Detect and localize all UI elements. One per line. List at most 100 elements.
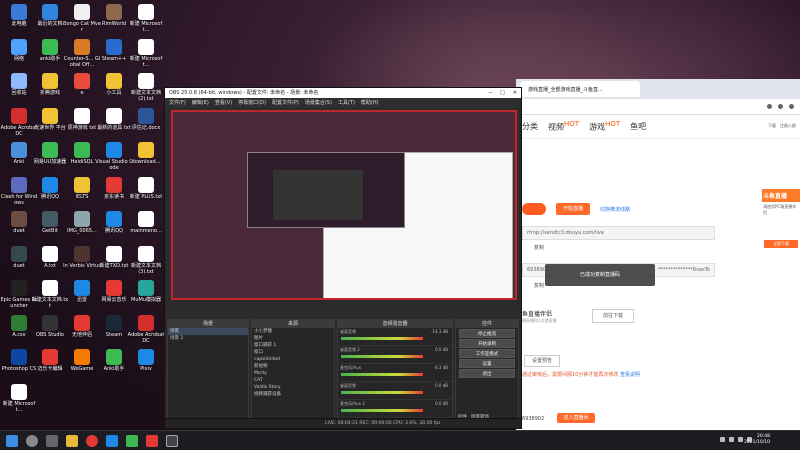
menu-view[interactable]: 查看(V) (215, 98, 232, 108)
maximize-icon[interactable]: □ (500, 88, 505, 98)
scene-item[interactable]: 场景 (168, 328, 248, 335)
desktop-icon-label: 新建 Microsoft... (129, 21, 163, 33)
desktop-icon[interactable]: 新建 Microsoft... (127, 4, 165, 33)
clock[interactable]: 20:48 2021/10/10 (744, 434, 770, 446)
live-toggle[interactable] (522, 203, 546, 215)
menu-profile[interactable]: 配置文件(P) (272, 98, 299, 108)
desktop-icon[interactable]: Adobe Acrobat DC (127, 314, 165, 344)
room-number: 6938902 (522, 416, 545, 422)
source-item[interactable]: 新视频 (252, 363, 334, 370)
source-item[interactable]: 窗口 (252, 349, 334, 356)
menu-scene-collection[interactable]: 场景集合(S) (305, 98, 332, 108)
close-icon[interactable]: ✕ (513, 88, 517, 98)
review-notice: 通过审核后，需要间隔10分钟才能再次修改 查看说明 (522, 372, 640, 378)
desktop-icon[interactable]: 新建 Microsoft... (0, 383, 38, 413)
source-item[interactable]: CAT (252, 377, 334, 384)
channel-name: 桌面音频 (340, 329, 356, 334)
scene-item[interactable]: 场景 2 (168, 335, 248, 342)
app-icon[interactable] (146, 435, 158, 447)
desktop-icon[interactable]: Pixiv (127, 349, 165, 372)
obs-menubar: 文件(F) 编辑(E) 查看(V) 停靠窗口(D) 配置文件(P) 场景集合(S… (165, 98, 521, 108)
network-icon[interactable] (720, 437, 725, 442)
menu-edit[interactable]: 编辑(E) (192, 98, 209, 108)
app-icon (42, 176, 58, 193)
download-link[interactable]: 下载 (768, 123, 776, 129)
app-icon (106, 73, 122, 89)
source-item[interactable]: 窗口捕获 1 (252, 342, 334, 349)
volume-icon[interactable] (729, 437, 734, 442)
profile-icon[interactable] (778, 104, 783, 109)
copy-rtmp-button[interactable]: 复制 (534, 244, 544, 251)
volume-meter[interactable] (341, 337, 423, 340)
nav-video[interactable]: 视频HOT (548, 120, 579, 133)
nav-category[interactable]: 分类 (522, 121, 538, 132)
notice-link[interactable]: 查看说明 (620, 372, 640, 378)
volume-meter[interactable] (341, 391, 423, 394)
studio-mode-button[interactable]: 工作室模式 (459, 349, 515, 358)
set-preview-button[interactable]: 设置预告 (524, 355, 560, 367)
volume-meter[interactable] (341, 409, 423, 412)
source-item[interactable]: Valdis Story (252, 384, 334, 391)
nav-game[interactable]: 游戏HOT (589, 120, 620, 133)
app-icon (74, 107, 90, 124)
desktop-icon[interactable]: mainmeno... (127, 211, 165, 234)
desktop-icon[interactable]: 评估记.docx (127, 107, 165, 131)
enter-room-button[interactable]: 进入直播间 (557, 413, 595, 423)
rtmp-field[interactable]: rtmp://sendtc3.douyu.com/live (522, 226, 715, 240)
nav-fishbar[interactable]: 鱼吧 (630, 121, 646, 132)
menu-file[interactable]: 文件(F) (169, 98, 186, 108)
browser-tab[interactable]: 游戏直播_全部游戏直播_斗鱼直... (520, 81, 640, 97)
menu-tools[interactable]: 工具(T) (338, 98, 355, 108)
desktop-icon[interactable]: 新建 PLUS.txt (127, 176, 165, 200)
start-recording-button[interactable]: 开始录制 (459, 339, 515, 348)
obs-window: OBS 25.0.8 (64-bit, windows) - 配置文件: 未命名… (164, 87, 522, 429)
source-item[interactable]: capslimited (252, 356, 334, 363)
desktop-icon[interactable]: MuMu模拟器 (127, 280, 165, 303)
app-icon (74, 4, 90, 20)
volume-meter[interactable] (341, 355, 423, 358)
join-group-link[interactable]: 注册入群 (780, 123, 796, 129)
file-explorer-icon[interactable] (66, 435, 78, 447)
desktop-icon[interactable]: 新建 Microsoft... (127, 38, 165, 68)
desktop-icon[interactable]: 新建文本文档(3).txt (127, 245, 165, 275)
input-method-icon[interactable] (738, 437, 743, 442)
obs-taskbar-icon[interactable] (166, 435, 178, 447)
desktop-icon-label: Adobe Acrobat DC (127, 331, 165, 344)
channel-name: 桌面音频 2 (340, 347, 360, 352)
obs-preview[interactable] (171, 110, 517, 300)
minimize-icon[interactable]: ─ (489, 88, 492, 98)
desktop-icon[interactable]: download... (127, 142, 165, 165)
app-icon (74, 211, 90, 227)
switch-line-link[interactable]: 切换推流线路 (600, 206, 630, 213)
banner-download-button[interactable]: 立即下载 (764, 240, 798, 248)
app-icon (138, 280, 154, 296)
start-live-button[interactable]: 开始直播 (556, 203, 590, 215)
menu-dock[interactable]: 停靠窗口(D) (238, 98, 266, 108)
edge-icon[interactable] (106, 435, 118, 447)
menu-help[interactable]: 帮助(H) (361, 98, 379, 108)
desktop-icon[interactable]: 新建文本文档(2).txt (127, 73, 165, 102)
source-item[interactable]: Morty (252, 370, 334, 377)
volume-meter[interactable] (341, 373, 423, 376)
start-icon[interactable] (6, 435, 18, 447)
source-item[interactable]: 小小梦魇 (252, 328, 334, 335)
app-icon[interactable] (126, 435, 138, 447)
source-item[interactable]: 视频捕获设备 (252, 391, 334, 398)
exit-button[interactable]: 退出 (459, 369, 515, 378)
task-view-icon[interactable] (46, 435, 58, 447)
douyu-side-banner[interactable]: 斗鱼直播 请使用PC端直播伴侣 立即下载 (762, 189, 800, 274)
app-icon (42, 73, 58, 89)
search-icon[interactable] (26, 435, 38, 447)
app-icon (106, 245, 122, 262)
browser-tab-strip: 游戏直播_全部游戏直播_斗鱼直... (516, 79, 800, 99)
obs-title-text: OBS 25.0.8 (64-bit, windows) - 配置文件: 未命名… (169, 90, 319, 96)
assistant-download-button[interactable]: 前往下载 (592, 309, 634, 323)
menu-icon[interactable] (789, 104, 794, 109)
extension-icon[interactable] (767, 104, 772, 109)
copy-key-button[interactable]: 复制 (534, 282, 544, 289)
stop-streaming-button[interactable]: 停止推流 (459, 329, 515, 338)
settings-button[interactable]: 设置 (459, 359, 515, 368)
scenes-header: 场景 (168, 320, 248, 328)
chrome-icon[interactable] (86, 435, 98, 447)
source-item[interactable]: 图片 (252, 335, 334, 342)
